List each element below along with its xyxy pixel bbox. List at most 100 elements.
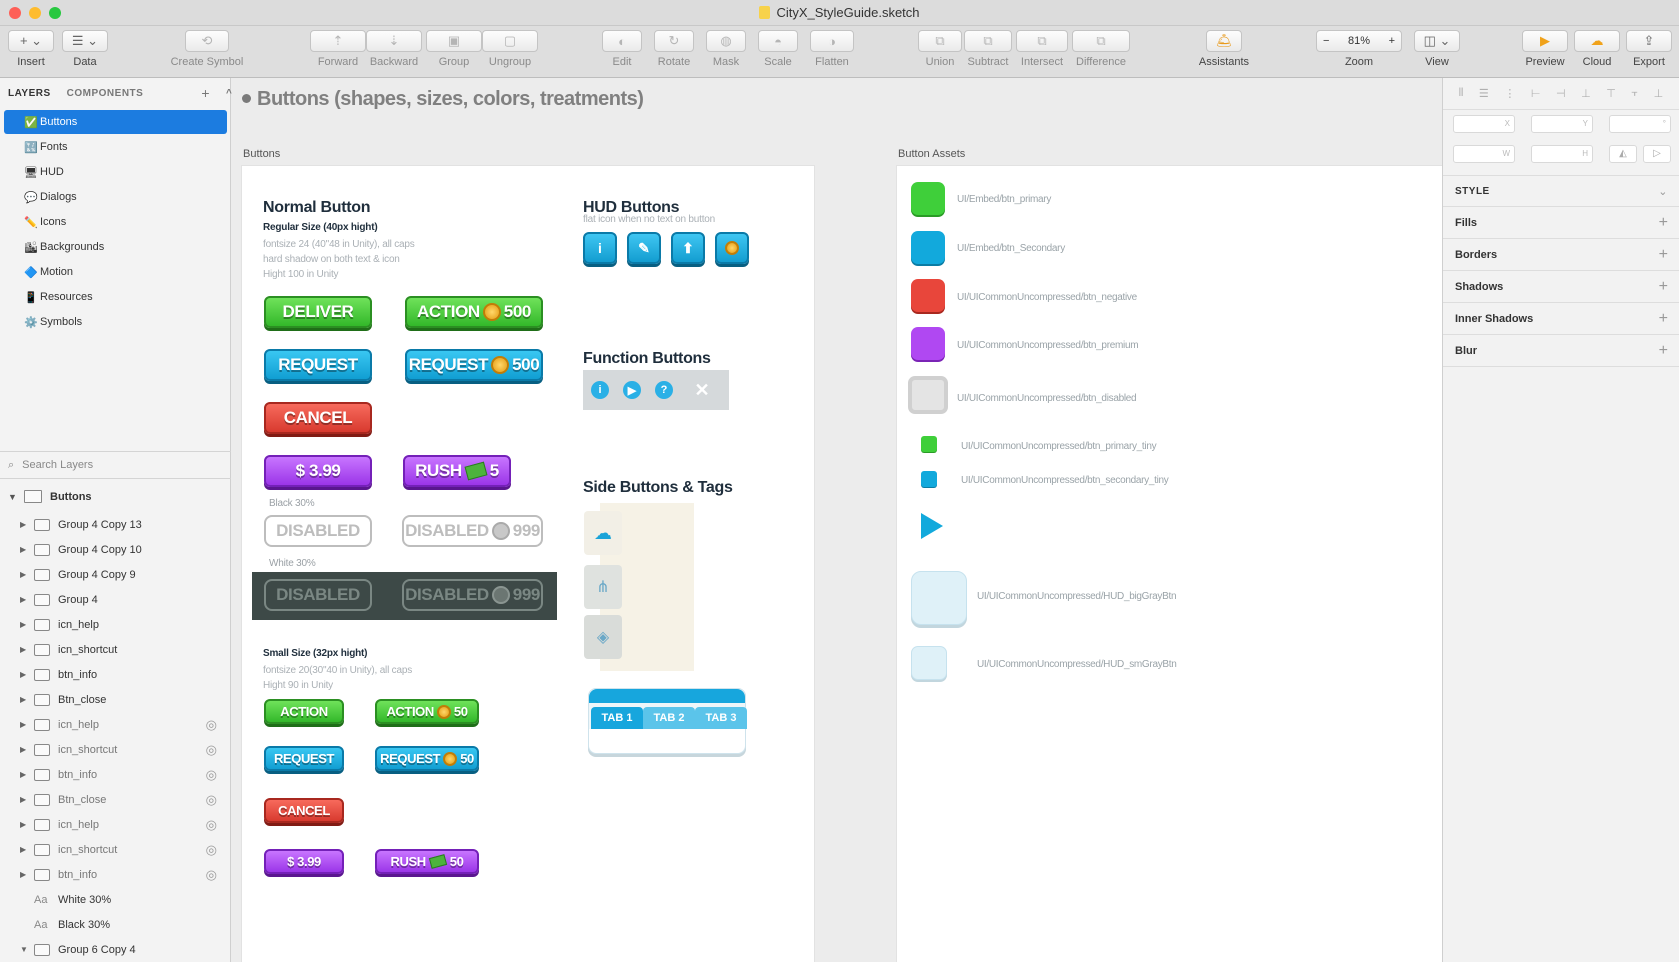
add-blur-icon[interactable]: + (1659, 342, 1668, 360)
add-border-icon[interactable]: + (1659, 246, 1668, 264)
x-field[interactable]: X (1453, 115, 1515, 133)
hidden-eye-icon[interactable]: ◎ (206, 867, 217, 883)
align-right-icon[interactable]: ⊥ (1581, 87, 1591, 100)
fills-row[interactable]: Fills + (1443, 207, 1679, 239)
hidden-eye-icon[interactable]: ◎ (206, 817, 217, 833)
page-item-symbols[interactable]: ⚙️ Symbols (4, 310, 227, 334)
align-bottom-icon[interactable]: ⊥ (1654, 87, 1664, 100)
disclosure-arrow-icon[interactable]: ▶ (20, 745, 34, 754)
data-icon[interactable]: ☰ ⌄ (62, 30, 108, 52)
borders-row[interactable]: Borders + (1443, 239, 1679, 271)
disclosure-arrow-icon[interactable]: ▶ (20, 695, 34, 704)
mask-icon[interactable]: ◍ (706, 30, 746, 52)
expanded-arrow-icon[interactable]: ▼ (20, 945, 34, 954)
function-help-button[interactable]: ? (655, 381, 673, 399)
layer-row[interactable]: ▶ Group 4 Copy 13 (0, 512, 231, 537)
side-layers-button[interactable]: ◈ (584, 615, 622, 659)
subtract-tool[interactable]: ⧉ Subtract (964, 30, 1012, 68)
hud-shortcut-button[interactable]: ✎ (627, 232, 661, 264)
side-cloud-button[interactable]: ☁ (584, 511, 622, 555)
page-item-fonts[interactable]: 🔣 Fonts (4, 135, 227, 159)
align-hcenter-icon[interactable]: ⊣ (1556, 87, 1566, 100)
small-action-coin-button[interactable]: ACTION 50 (375, 699, 479, 724)
view-tool[interactable]: ◫ ⌄ View (1414, 30, 1460, 68)
blur-row[interactable]: Blur + (1443, 335, 1679, 367)
zoom-in-icon[interactable]: + (1389, 35, 1395, 47)
tab-layers[interactable]: LAYERS (8, 88, 51, 99)
style-header[interactable]: STYLE ⌄ (1443, 175, 1679, 207)
mask-tool[interactable]: ◍ Mask (706, 30, 746, 68)
function-info-button[interactable]: i (591, 381, 609, 399)
hidden-eye-icon[interactable]: ◎ (206, 767, 217, 783)
small-rush-cash-button[interactable]: RUSH 50 (375, 849, 479, 874)
forward-icon[interactable]: ⇡ (310, 30, 366, 52)
layer-row[interactable]: ▶ Btn_close (0, 687, 231, 712)
layer-row[interactable]: ▶ btn_info (0, 662, 231, 687)
artboard-label-assets[interactable]: Button Assets (898, 148, 965, 160)
page-item-icons[interactable]: ✏️ Icons (4, 210, 227, 234)
layer-row-hidden[interactable]: ▶ btn_info ◎ (0, 862, 231, 887)
width-field[interactable]: W (1453, 145, 1515, 163)
function-play-button[interactable]: ▶ (623, 381, 641, 399)
layer-search[interactable]: ⌕ Search Layers (0, 451, 231, 479)
layer-row[interactable]: ▶ Group 4 Copy 9 (0, 562, 231, 587)
function-close-button[interactable]: ✕ (693, 380, 711, 400)
inner-shadows-row[interactable]: Inner Shadows + (1443, 303, 1679, 335)
asset-swatch[interactable] (911, 571, 967, 625)
price-button[interactable]: $ 3.99 (264, 455, 372, 487)
artboard-buttons[interactable]: Normal Button Regular Size (40px hight) … (241, 165, 815, 962)
rush-cash-button[interactable]: RUSH 5 (403, 455, 511, 487)
text-layer-row[interactable]: Aa Black 30% (0, 912, 231, 937)
insert-tool[interactable]: + ⌄ Insert (8, 30, 54, 68)
disclosure-arrow-icon[interactable]: ▶ (20, 795, 34, 804)
preview-icon[interactable]: ▶ (1522, 30, 1568, 52)
page-item-backgrounds[interactable]: 🏙 Backgrounds (4, 235, 227, 259)
scale-icon[interactable]: ◓ (758, 30, 798, 52)
assistants-icon[interactable]: 🛎 (1206, 30, 1242, 52)
forward-tool[interactable]: ⇡ Forward (310, 30, 366, 68)
disclosure-arrow-icon[interactable]: ▶ (20, 845, 34, 854)
group-icon[interactable]: ▣ (426, 30, 482, 52)
tab-2[interactable]: TAB 2 (643, 707, 695, 729)
text-layer-row[interactable]: Aa White 30% (0, 887, 231, 912)
cloud-icon[interactable]: ☁ (1574, 30, 1620, 52)
expanded-arrow-icon[interactable]: ▼ (8, 492, 24, 502)
disclosure-arrow-icon[interactable]: ▶ (20, 770, 34, 779)
layer-row-hidden[interactable]: ▶ icn_shortcut ◎ (0, 837, 231, 862)
disclosure-arrow-icon[interactable]: ▶ (20, 820, 34, 829)
zoom-control[interactable]: − 81% + (1316, 30, 1402, 52)
page-item-motion[interactable]: 🔷 Motion (4, 260, 227, 284)
asset-swatch[interactable] (911, 279, 945, 312)
chevron-down-icon[interactable]: ⌄ (1658, 185, 1668, 198)
add-inner-shadow-icon[interactable]: + (1659, 310, 1668, 328)
layer-row-hidden[interactable]: ▶ btn_info ◎ (0, 762, 231, 787)
asset-swatch[interactable] (908, 376, 948, 414)
deliver-button[interactable]: DELIVER (264, 296, 372, 328)
layer-row[interactable]: ▶ icn_shortcut (0, 637, 231, 662)
disclosure-arrow-icon[interactable]: ▶ (20, 870, 34, 879)
artboard-row[interactable]: ▼ Buttons (0, 484, 231, 509)
insert-icon[interactable]: + ⌄ (8, 30, 54, 52)
add-page-icon[interactable]: + (201, 85, 210, 101)
align-center-icon[interactable]: ☰ (1479, 87, 1489, 100)
rotate-icon[interactable]: ↻ (654, 30, 694, 52)
rotate-tool[interactable]: ↻ Rotate (654, 30, 694, 68)
layer-row[interactable]: ▶ Group 4 (0, 587, 231, 612)
asset-swatch[interactable] (911, 327, 945, 360)
ungroup-tool[interactable]: ▢ Ungroup (482, 30, 538, 68)
align-vcenter-icon[interactable]: ⫟ (1631, 87, 1638, 100)
cloud-tool[interactable]: ☁ Cloud (1574, 30, 1620, 68)
shadows-row[interactable]: Shadows + (1443, 271, 1679, 303)
asset-swatch[interactable] (911, 231, 945, 264)
hud-info-button[interactable]: i (583, 232, 617, 264)
hidden-eye-icon[interactable]: ◎ (206, 717, 217, 733)
layer-row-hidden[interactable]: ▶ icn_help ◎ (0, 712, 231, 737)
disclosure-arrow-icon[interactable]: ▶ (20, 595, 34, 604)
flatten-tool[interactable]: ◑ Flatten (810, 30, 854, 68)
search-layers-input[interactable]: Search Layers (22, 459, 93, 471)
backward-tool[interactable]: ⇣ Backward (366, 30, 422, 68)
intersect-icon[interactable]: ⧉ (1016, 30, 1068, 52)
asset-swatch[interactable] (921, 471, 937, 487)
subtract-icon[interactable]: ⧉ (964, 30, 1012, 52)
zoom-out-icon[interactable]: − (1323, 35, 1329, 47)
